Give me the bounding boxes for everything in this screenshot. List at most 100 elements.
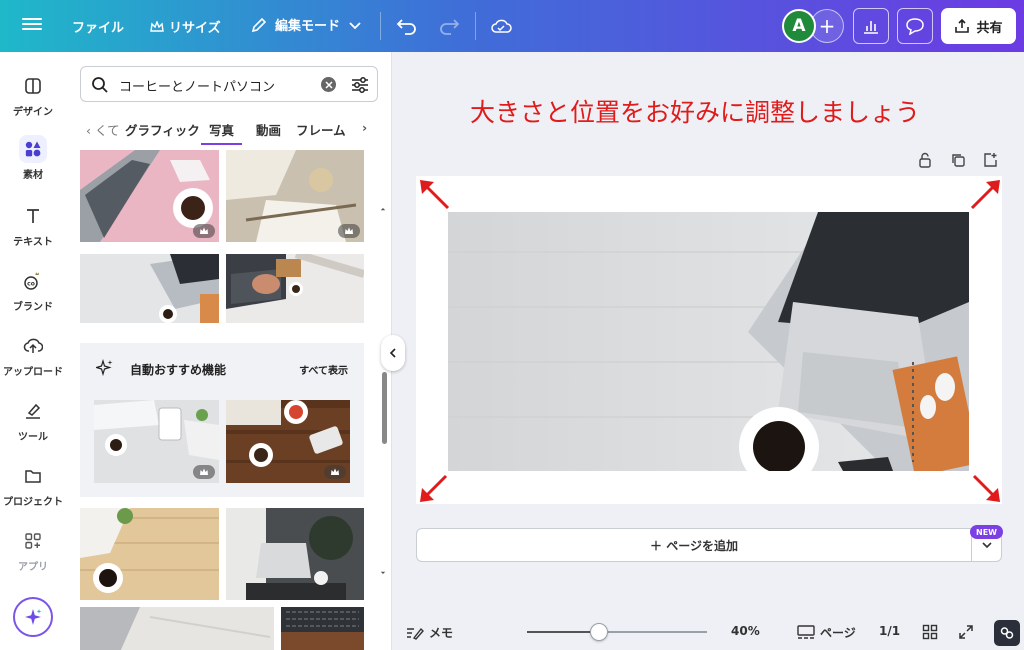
share-button[interactable]: 共有 bbox=[941, 8, 1016, 44]
rail-label: ブランド bbox=[13, 302, 53, 313]
left-nav-rail: デザイン 素材 テキスト co ブランド アップロード ツール プロジェクト ア… bbox=[0, 52, 66, 650]
comment-icon bbox=[906, 18, 924, 35]
new-badge: NEW bbox=[970, 525, 1003, 539]
photo-thumbnail[interactable] bbox=[226, 150, 364, 242]
rail-item-tools[interactable]: ツール bbox=[0, 397, 66, 443]
top-bar: ファイル リサイズ 編集モード + A 共有 bbox=[0, 0, 1024, 52]
layout-icon bbox=[19, 72, 47, 100]
brand-icon: co bbox=[19, 267, 47, 295]
tab-frames[interactable]: フレーム bbox=[296, 120, 346, 139]
edit-mode-label: 編集モード bbox=[275, 19, 341, 34]
photo-thumbnail[interactable] bbox=[80, 150, 219, 242]
cloud-check-icon[interactable] bbox=[488, 13, 514, 39]
rail-label: ツール bbox=[18, 432, 48, 443]
keyboard-wood-photo bbox=[281, 607, 364, 650]
premium-crown-icon bbox=[324, 465, 346, 479]
resize-button[interactable]: リサイズ bbox=[150, 17, 221, 36]
undo-icon[interactable] bbox=[394, 13, 420, 39]
rail-item-elements[interactable]: 素材 bbox=[0, 135, 66, 181]
photo-thumbnail[interactable] bbox=[80, 254, 219, 323]
grid-view-icon[interactable] bbox=[922, 624, 938, 640]
search-box[interactable]: コーヒーとノートパソコン bbox=[80, 66, 378, 102]
marble-laptop-photo bbox=[80, 607, 274, 650]
photo-thumbnail[interactable] bbox=[94, 400, 219, 483]
pages-label: ページ bbox=[820, 626, 856, 640]
plus-icon: + bbox=[818, 14, 836, 38]
rail-item-apps[interactable]: アプリ bbox=[0, 527, 66, 573]
analytics-button[interactable] bbox=[853, 8, 889, 44]
rail-item-text[interactable]: テキスト bbox=[0, 202, 66, 248]
link-icon bbox=[1000, 627, 1014, 639]
photo-thumbnail[interactable] bbox=[226, 400, 350, 483]
duplicate-page-icon[interactable] bbox=[948, 150, 968, 170]
photo-thumbnail[interactable] bbox=[80, 508, 219, 600]
tab-videos[interactable]: 動画 bbox=[256, 120, 281, 139]
notes-button[interactable]: メモ bbox=[406, 624, 453, 641]
premium-crown-icon bbox=[193, 224, 215, 238]
bar-chart-icon bbox=[864, 21, 878, 34]
lock-icon[interactable] bbox=[915, 150, 935, 170]
clear-search-icon[interactable] bbox=[321, 77, 336, 92]
photo-thumbnail[interactable] bbox=[226, 254, 364, 323]
zoom-slider-handle[interactable] bbox=[590, 623, 608, 641]
recommend-title: 自動おすすめ機能 bbox=[130, 363, 227, 377]
zoom-slider-fill bbox=[527, 631, 599, 633]
rail-label: デザイン bbox=[13, 107, 53, 118]
photo-thumbnail[interactable] bbox=[80, 607, 274, 650]
fullscreen-icon[interactable] bbox=[958, 624, 974, 640]
chevron-left-icon: ‹ bbox=[86, 123, 91, 138]
toolbar-divider bbox=[380, 12, 381, 40]
shapes-icon bbox=[19, 135, 47, 163]
rail-item-design[interactable]: デザイン bbox=[0, 72, 66, 118]
magic-assistant-button[interactable] bbox=[13, 597, 53, 637]
toolbar-divider bbox=[475, 12, 476, 40]
upload-cloud-icon bbox=[19, 332, 47, 360]
redo-icon[interactable] bbox=[436, 13, 462, 39]
sparkle-icon bbox=[25, 609, 42, 625]
resize-label: リサイズ bbox=[169, 21, 221, 36]
photo-thumbnail[interactable] bbox=[281, 607, 364, 650]
add-page-icon[interactable] bbox=[980, 150, 1000, 170]
file-menu[interactable]: ファイル bbox=[72, 17, 124, 36]
laptop-plant-photo bbox=[226, 508, 364, 600]
comment-button[interactable] bbox=[897, 8, 933, 44]
tab-graphics[interactable]: グラフィック bbox=[125, 120, 200, 139]
crown-icon bbox=[150, 20, 164, 32]
zoom-level[interactable]: 40% bbox=[731, 624, 760, 638]
share-label: 共有 bbox=[976, 20, 1003, 36]
photo-thumbnail[interactable] bbox=[226, 508, 364, 600]
rail-label: プロジェクト bbox=[3, 497, 63, 508]
chevron-down-icon bbox=[981, 542, 992, 549]
tab-previous-scroll[interactable]: ‹ くて bbox=[86, 120, 120, 139]
chevron-right-icon[interactable]: › bbox=[362, 120, 367, 135]
collapse-panel-button[interactable] bbox=[381, 335, 405, 371]
typing-laptop-photo bbox=[226, 254, 364, 323]
apps-icon bbox=[19, 527, 47, 555]
filter-sliders-icon[interactable] bbox=[350, 75, 370, 95]
see-all-link[interactable]: すべて表示 bbox=[299, 362, 348, 377]
annotation-text: 大きさと位置をお好みに調整しましょう bbox=[470, 98, 921, 127]
scrollbar-thumb[interactable] bbox=[382, 372, 387, 444]
rail-label: 素材 bbox=[23, 170, 43, 181]
rail-label: アプリ bbox=[18, 562, 48, 573]
add-page-button[interactable]: ＋ ページを追加 bbox=[416, 528, 972, 562]
edit-mode-dropdown[interactable]: 編集モード bbox=[250, 15, 362, 34]
pencil-icon bbox=[251, 17, 267, 32]
avatar[interactable]: A bbox=[782, 9, 816, 43]
rail-item-brand[interactable]: co ブランド bbox=[0, 267, 66, 313]
rail-item-projects[interactable]: プロジェクト bbox=[0, 462, 66, 508]
folder-icon bbox=[19, 462, 47, 490]
help-button[interactable] bbox=[994, 620, 1020, 646]
resize-arrows-annotation bbox=[420, 180, 1000, 502]
rail-label: テキスト bbox=[13, 237, 53, 248]
chevron-down-icon bbox=[349, 21, 361, 29]
text-icon bbox=[19, 202, 47, 230]
auto-recommend-section: 自動おすすめ機能 すべて表示 bbox=[80, 343, 364, 497]
menu-icon[interactable] bbox=[22, 15, 42, 35]
tab-photos[interactable]: 写真 bbox=[201, 120, 243, 145]
search-input[interactable]: コーヒーとノートパソコン bbox=[119, 76, 275, 95]
wood-table-coffee-photo bbox=[80, 508, 219, 600]
notes-label: メモ bbox=[429, 626, 454, 640]
pages-view-button[interactable]: ページ bbox=[797, 624, 856, 641]
rail-item-upload[interactable]: アップロード bbox=[0, 332, 66, 378]
